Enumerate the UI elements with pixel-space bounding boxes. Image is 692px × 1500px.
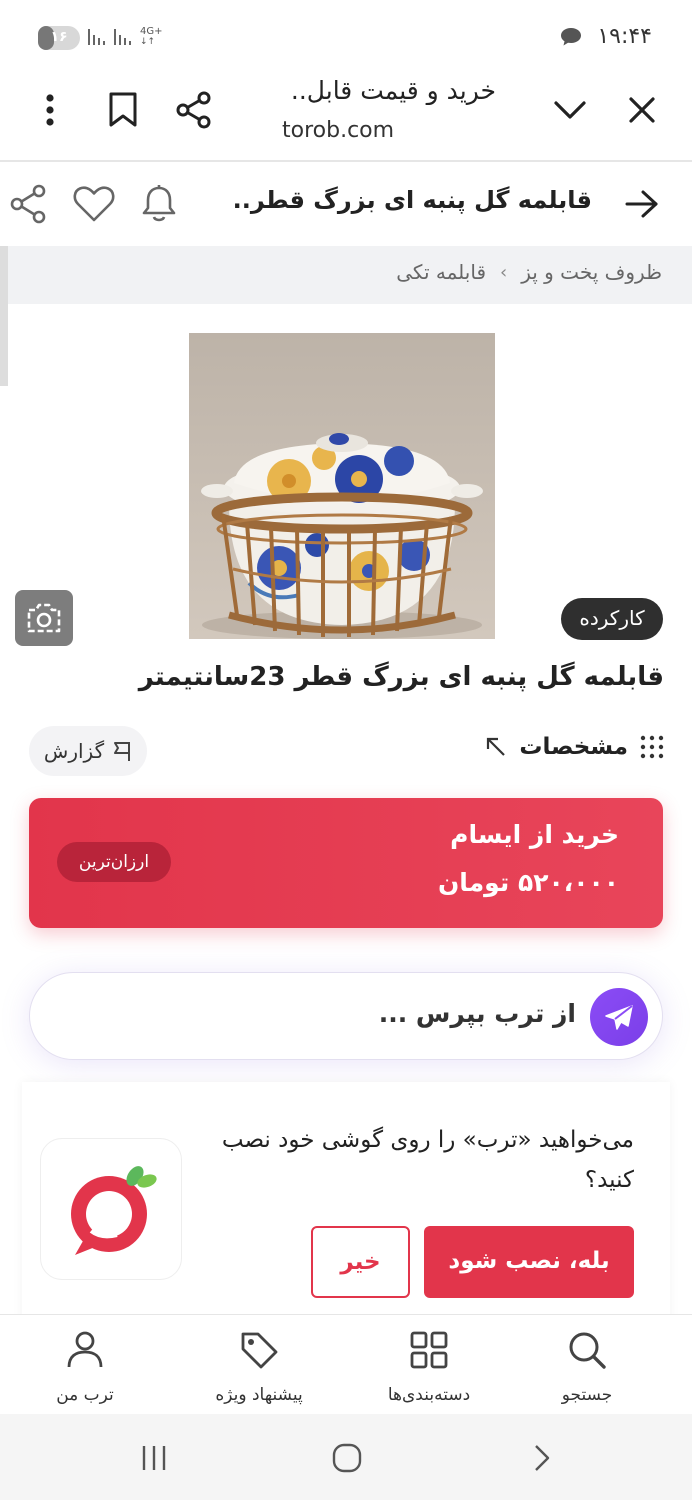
image-search-button[interactable] — [15, 590, 73, 646]
nav-item-special-offer[interactable]: پیشنهاد ویژه — [184, 1325, 334, 1405]
buy-offer-card[interactable]: خرید از ایسام ۵۲۰،۰۰۰ تومان ارزان‌ترین — [29, 798, 663, 928]
search-icon — [569, 1332, 606, 1369]
install-no-button[interactable]: خیر — [311, 1226, 410, 1298]
product-header-title: قابلمه گل پنبه ای بزرگ قطر... — [232, 186, 592, 214]
nav-label-special-offer: پیشنهاد ویژه — [215, 1385, 303, 1405]
system-navigation-bar — [0, 1414, 692, 1500]
send-button[interactable] — [590, 988, 648, 1046]
share-button[interactable] — [172, 88, 216, 132]
product-image[interactable] — [189, 333, 495, 639]
breadcrumb-item-single-pot[interactable]: قابلمه تکی — [396, 260, 486, 284]
bell-icon — [142, 185, 176, 222]
breadcrumb-item-cookware[interactable]: ظروف پخت و پز — [521, 260, 662, 284]
report-button[interactable]: گزارش — [29, 726, 147, 776]
specs-link[interactable]: مشخصات — [485, 734, 664, 760]
condition-badge: کارکرده — [561, 598, 663, 640]
expand-button[interactable] — [548, 88, 592, 132]
bottom-navigation: جستجو دسته‌بندی‌ها پیشنهاد ویژه — [0, 1314, 692, 1414]
flag-icon — [114, 742, 131, 761]
ask-torob-input[interactable]: از ترب بپرس ... — [29, 972, 663, 1060]
nav-item-search[interactable]: جستجو — [512, 1325, 662, 1405]
heart-icon — [73, 186, 115, 222]
home-button[interactable] — [327, 1440, 367, 1476]
nav-label-categories: دسته‌بندی‌ها — [387, 1385, 471, 1405]
signal-icon — [88, 29, 105, 45]
price: ۵۲۰،۰۰۰ تومان — [437, 868, 619, 897]
favorite-button[interactable] — [72, 182, 116, 226]
install-prompt: می‌خواهید «ترب» را روی گوشی خود نصب کنید… — [221, 1127, 634, 1193]
cheapest-badge: ارزان‌ترین — [57, 842, 171, 882]
clock: ۱۹:۴۴ — [597, 24, 652, 49]
share-icon — [10, 184, 46, 224]
more-options-button[interactable] — [28, 88, 72, 132]
recent-apps-icon — [142, 1446, 166, 1470]
install-app-banner: می‌خواهید «ترب» را روی گوشی خود نصب کنید… — [22, 1082, 670, 1322]
arrow-up-left-icon — [487, 737, 506, 756]
close-button[interactable] — [620, 88, 664, 132]
chevron-down-icon — [554, 101, 586, 119]
back-button[interactable] — [620, 182, 664, 226]
page-title: خرید و قیمت قابل.. — [290, 76, 496, 105]
grid-dots-icon — [640, 735, 664, 759]
grid-icon — [410, 1331, 448, 1369]
send-icon — [605, 1005, 633, 1030]
recent-apps-button[interactable] — [134, 1440, 174, 1476]
bookmark-icon — [109, 92, 137, 127]
camera-icon — [27, 603, 61, 633]
status-bar: ۱۶ 4G+ ↓↑ ۱۹:۴۴ — [0, 0, 692, 72]
torob-logo — [40, 1138, 182, 1280]
report-label: گزارش — [43, 739, 105, 763]
ask-placeholder: از ترب بپرس ... — [378, 999, 576, 1028]
scroll-indicator — [0, 246, 8, 386]
pot-illustration — [189, 333, 495, 639]
torob-logo-icon — [71, 1166, 157, 1255]
browser-toolbar: خرید و قیمت قابل.. torob.com — [0, 72, 692, 162]
battery-indicator: ۱۶ — [38, 26, 80, 50]
tag-icon — [241, 1332, 278, 1369]
nav-label-my-torob: ترب من — [56, 1385, 114, 1405]
chevron-right-icon — [535, 1445, 550, 1471]
product-header: قابلمه گل پنبه ای بزرگ قطر... — [0, 162, 692, 246]
product-title: قابلمه گل پنبه ای بزرگ قطر 23سانتیمتر — [138, 662, 664, 692]
nav-item-my-torob[interactable]: ترب من — [10, 1325, 160, 1405]
more-vertical-icon — [46, 94, 54, 126]
price-alert-button[interactable] — [137, 182, 181, 226]
share-product-button[interactable] — [6, 182, 50, 226]
system-back-button[interactable] — [522, 1440, 562, 1476]
message-icon — [561, 28, 581, 46]
nav-item-categories[interactable]: دسته‌بندی‌ها — [354, 1325, 504, 1405]
user-icon — [67, 1331, 103, 1368]
install-yes-button[interactable]: بله، نصب شود — [424, 1226, 634, 1298]
network-type: 4G+ ↓↑ — [140, 26, 163, 48]
battery-level: ۱۶ — [50, 29, 68, 45]
page-url[interactable]: torob.com — [282, 118, 394, 143]
specs-label: مشخصات — [519, 734, 628, 760]
breadcrumb-separator: › — [500, 261, 508, 283]
home-icon — [332, 1443, 362, 1473]
bookmark-button[interactable] — [101, 88, 145, 132]
nav-label-search: جستجو — [561, 1385, 613, 1405]
seller-name: خرید از ایسام — [450, 820, 619, 849]
arrow-right-icon — [625, 190, 658, 218]
share-icon — [176, 91, 211, 129]
breadcrumb: ظروف پخت و پز › قابلمه تکی — [0, 246, 692, 304]
signal-icon-2 — [114, 29, 131, 45]
close-icon — [629, 97, 655, 123]
